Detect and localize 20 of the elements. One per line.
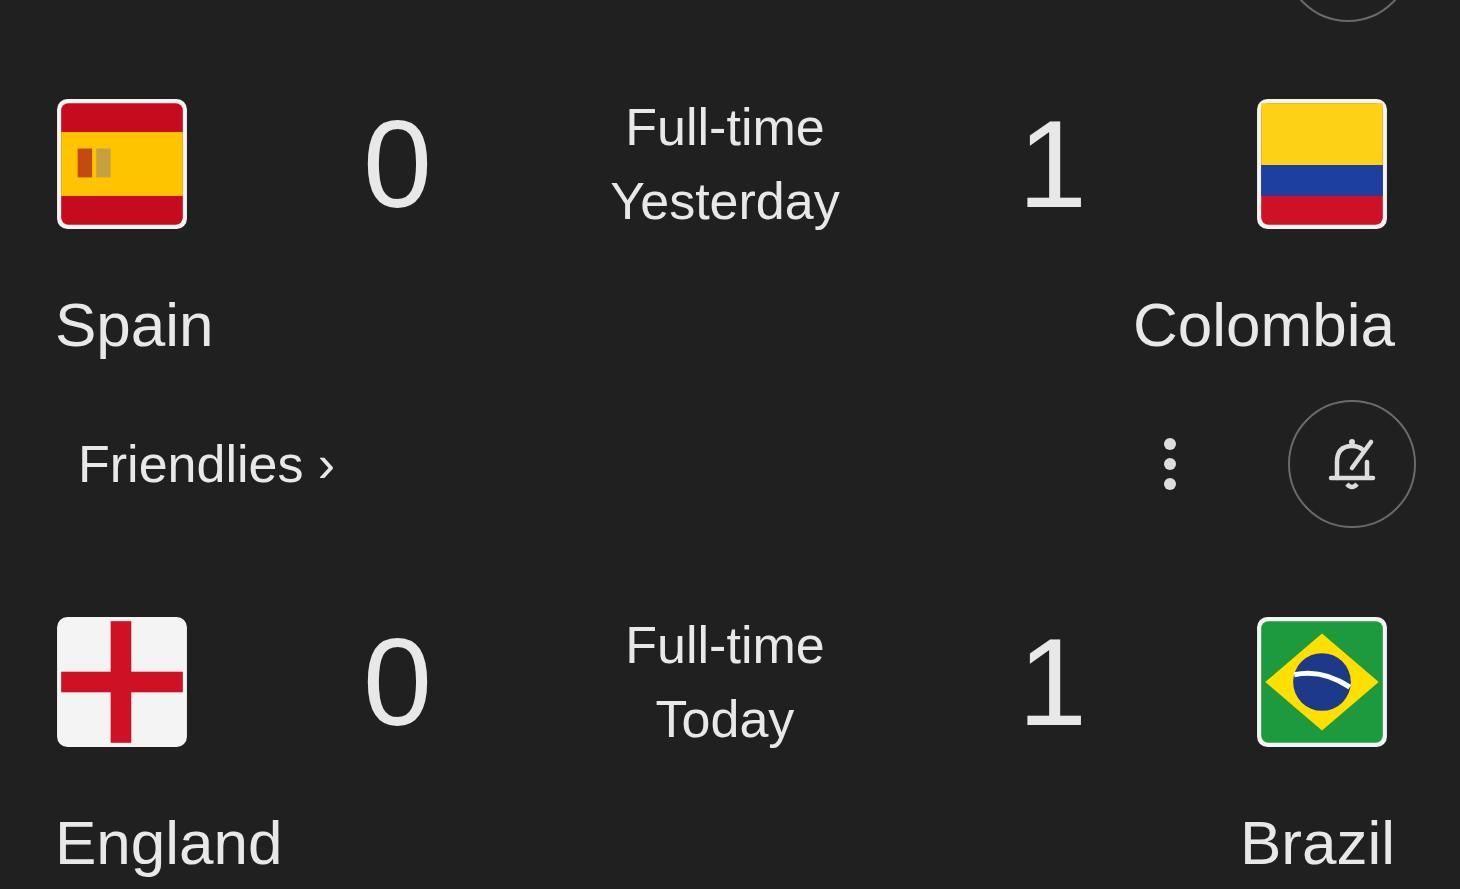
alert-button[interactable] — [1288, 400, 1416, 528]
home-score: 0 — [362, 620, 433, 744]
away-score: 1 — [1017, 102, 1088, 226]
flag-icon — [55, 615, 189, 749]
competition-link[interactable]: Friendlies › — [78, 434, 1162, 494]
match-status: Full-time — [625, 615, 825, 676]
flag-icon — [55, 97, 189, 231]
team-name: England — [55, 808, 283, 878]
more-options-icon[interactable] — [1162, 436, 1178, 492]
match-date: Today — [655, 689, 795, 750]
away-score: 1 — [1017, 620, 1088, 744]
team-name: Spain — [55, 290, 214, 360]
match-status: Full-time — [625, 97, 825, 158]
team-name: Colombia — [1133, 290, 1395, 360]
bell-icon — [1327, 436, 1377, 492]
team-name: Brazil — [1239, 808, 1395, 878]
flag-icon — [1255, 97, 1389, 231]
flag-icon — [1255, 615, 1389, 749]
home-score: 0 — [362, 102, 433, 226]
match-date: Yesterday — [610, 171, 840, 232]
